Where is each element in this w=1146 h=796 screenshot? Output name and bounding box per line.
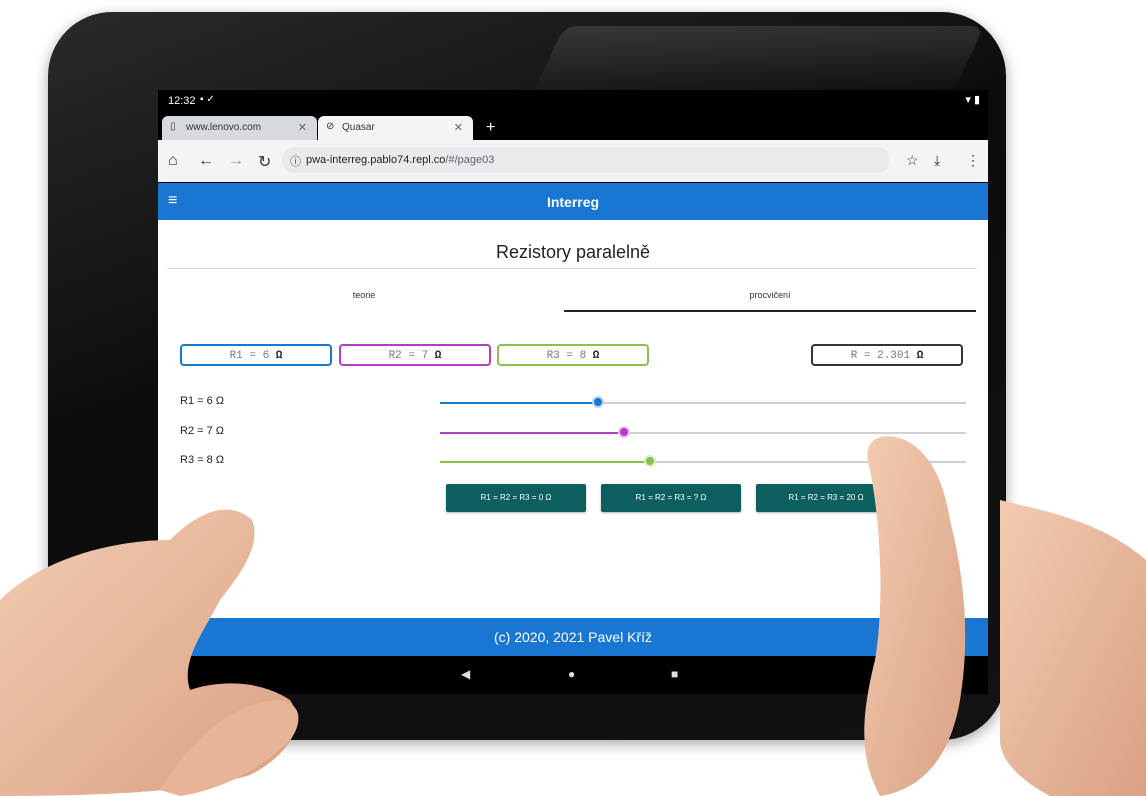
right-hand [1000,500,1146,796]
hands-illustration [0,436,1146,796]
right-finger [864,436,966,796]
